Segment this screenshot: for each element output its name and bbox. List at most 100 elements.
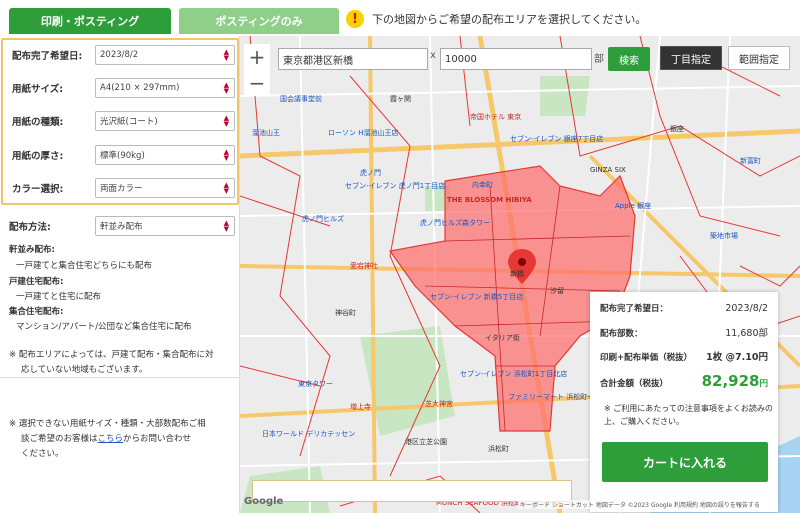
- field-label: 配布方法:: [9, 222, 51, 233]
- paper-size-select[interactable]: A4(210 × 297mm) ▲ ▼: [95, 78, 235, 98]
- field-label: 用紙の種類:: [12, 117, 64, 128]
- summary-value: 1枚 @7.10円: [706, 352, 768, 363]
- add-to-cart-button[interactable]: カートに入れる: [602, 442, 768, 482]
- map-label: 虎ノ門: [360, 169, 381, 177]
- note1-line2: 応していない地域もございます。: [21, 365, 148, 375]
- quantity-input[interactable]: 10000: [440, 48, 592, 70]
- map-label: Apple 銀座: [615, 202, 652, 210]
- note2-line1: ※ 選択できない用紙サイズ・種類・大部数配布ご相: [9, 419, 206, 429]
- order-form-panel: 配布完了希望日: 2023/8/2 ▲ ▼ 用紙サイズ: A4(210 × 297…: [0, 36, 240, 513]
- google-logo: Google: [244, 496, 284, 507]
- map-label: 新橋: [510, 270, 524, 278]
- zoom-out-button[interactable]: −: [244, 70, 270, 96]
- summary-date-row: 配布完了希望日： 2023/8/2: [600, 302, 768, 314]
- note1-line1: ※ 配布エリアによっては、戸建て配布・集合配布に対: [9, 350, 214, 360]
- map-label: THE BLOSSOM HIBIYA: [447, 196, 532, 204]
- summary-unit-price-row: 印刷+配布単価（税抜） 1枚 @7.10円: [600, 349, 768, 363]
- updown-arrow-icon: ▲ ▼: [223, 181, 229, 195]
- warning-icon: !: [346, 10, 364, 28]
- map-label: セブン-イレブン 浜松町1丁目北店: [460, 370, 568, 378]
- select-value: 2023/8/2: [100, 50, 139, 60]
- updown-arrow-icon: ▲ ▼: [223, 219, 229, 233]
- range-select-button[interactable]: 範囲指定: [728, 46, 790, 70]
- map-label: セブン-イレブン 銀座7丁目店: [510, 135, 604, 143]
- map-label: 銀座: [670, 125, 684, 133]
- map-label: 帝国ホテル 東京: [470, 113, 522, 121]
- paper-type-select[interactable]: 光沢紙(コート) ▲ ▼: [95, 111, 235, 131]
- field-label: 配布完了希望日:: [12, 51, 83, 62]
- map-label: セブン-イレブン 新橋5丁目店: [430, 293, 524, 301]
- updown-arrow-icon: ▲ ▼: [223, 114, 229, 128]
- chome-select-button[interactable]: 丁目指定: [660, 46, 722, 70]
- map-label: 国会議事堂前: [280, 95, 322, 103]
- contact-link[interactable]: こちら: [98, 434, 124, 444]
- summary-total-row: 合計金額（税抜） 82,928円: [600, 372, 768, 390]
- map-attribution[interactable]: キーボード ショートカット 地図データ ©2023 Google 利用規約 地図…: [518, 500, 762, 509]
- total-amount: 82,928円: [701, 372, 768, 390]
- paper-thickness-select[interactable]: 標準(90kg) ▲ ▼: [95, 145, 235, 165]
- field-label: 用紙の厚さ:: [12, 151, 64, 162]
- updown-arrow-icon: ▲ ▼: [223, 148, 229, 162]
- summary-count-row: 配布部数： 11,680部: [600, 325, 768, 339]
- zoom-in-button[interactable]: +: [244, 44, 270, 70]
- field-label: カラー選択:: [12, 184, 64, 195]
- note2-line3: ください。: [21, 449, 64, 459]
- delivery-date-select[interactable]: 2023/8/2 ▲ ▼: [95, 45, 235, 65]
- map-label: 溜池山王: [252, 129, 280, 137]
- print-options-box: 配布完了希望日: 2023/8/2 ▲ ▼ 用紙サイズ: A4(210 × 297…: [1, 38, 239, 205]
- summary-value: 2023/8/2: [725, 303, 768, 314]
- address-input[interactable]: 東京都港区新橋: [278, 48, 428, 70]
- field-delivery-method: 配布方法:: [9, 216, 95, 236]
- map-label: ローソン H溜池山王店: [328, 129, 399, 137]
- summary-label: 印刷+配布単価（税抜）: [600, 353, 693, 363]
- updown-arrow-icon: ▲ ▼: [223, 81, 229, 95]
- updown-arrow-icon: ▲ ▼: [223, 48, 229, 62]
- map-label: 日本ワールド デリカテッセン: [262, 430, 356, 438]
- notice-text: 下の地図からご希望の配布エリアを選択してください。: [372, 13, 647, 26]
- map-label: GINZA SIX: [590, 166, 626, 174]
- nokinami-text: 一戸建てと集合住宅どちらにも配布: [16, 261, 153, 271]
- delivery-method-select[interactable]: 軒並み配布 ▲ ▼: [95, 216, 235, 236]
- kodate-text: 一戸建てと住宅に配布: [16, 292, 102, 302]
- map-label: 汐留: [550, 287, 564, 295]
- map-area[interactable]: 国会議事堂前 溜池山王 ローソン H溜池山王店 虎ノ門 セブン-イレブン 虎ノ門…: [240, 36, 800, 513]
- summary-label: 合計金額（税抜）: [600, 379, 669, 389]
- field-paper-thickness: 用紙の厚さ:: [12, 145, 98, 165]
- kodate-title: 戸建住宅配布:: [9, 277, 64, 287]
- search-button[interactable]: 検索: [608, 47, 650, 71]
- select-value: 標準(90kg): [100, 151, 145, 161]
- note2: ※ 選択できない用紙サイズ・種類・大部数配布ご相 談ご希望のお客様はこちらからお…: [9, 417, 231, 462]
- divider: [0, 377, 240, 378]
- unit-label: 部: [594, 54, 604, 65]
- color-select[interactable]: 両面カラー ▲ ▼: [95, 178, 235, 198]
- field-label: 用紙サイズ:: [12, 84, 64, 95]
- bottom-info-box: [252, 480, 572, 502]
- field-delivery-date: 配布完了希望日:: [12, 45, 98, 65]
- tab-posting-only[interactable]: ポスティングのみ: [179, 8, 339, 34]
- map-label: 芝大神宮: [425, 400, 453, 408]
- park-area: [540, 76, 590, 116]
- field-paper-type: 用紙の種類:: [12, 111, 98, 131]
- map-label: 新富町: [740, 157, 761, 165]
- top-bar: 印刷・ポスティング ポスティングのみ ! 下の地図からご希望の配布エリアを選択し…: [0, 0, 800, 36]
- map-label: イタリア街: [485, 334, 520, 342]
- note2-line2: 談ご希望のお客様はこちらからお問い合わせ: [21, 434, 192, 444]
- field-paper-size: 用紙サイズ:: [12, 78, 98, 98]
- select-value: 両面カラー: [100, 184, 143, 194]
- summary-note: ※ ご利用にあたっての注意事項をよくお読みの上、ご購入ください。: [604, 404, 773, 426]
- map-label: 虎ノ門ヒルズ: [302, 215, 344, 223]
- nokinami-title: 軒並み配布:: [9, 245, 55, 255]
- map-label: 愛宕神社: [350, 262, 378, 270]
- shugo-title: 集合住宅配布:: [9, 307, 64, 317]
- tab-print-posting[interactable]: 印刷・ポスティング: [9, 8, 171, 34]
- map-label: 神谷町: [335, 309, 356, 317]
- map-label: 霞ヶ関: [390, 95, 411, 103]
- notice: ! 下の地図からご希望の配布エリアを選択してください。: [346, 7, 646, 31]
- summary-value: 11,680部: [725, 328, 768, 339]
- map-label: 増上寺: [350, 403, 371, 411]
- summary-label: 配布完了希望日：: [600, 304, 669, 314]
- summary-label: 配布部数：: [600, 329, 643, 339]
- pin-center: [518, 258, 526, 266]
- select-value: 光沢紙(コート): [100, 117, 158, 127]
- select-value: A4(210 × 297mm): [100, 83, 180, 93]
